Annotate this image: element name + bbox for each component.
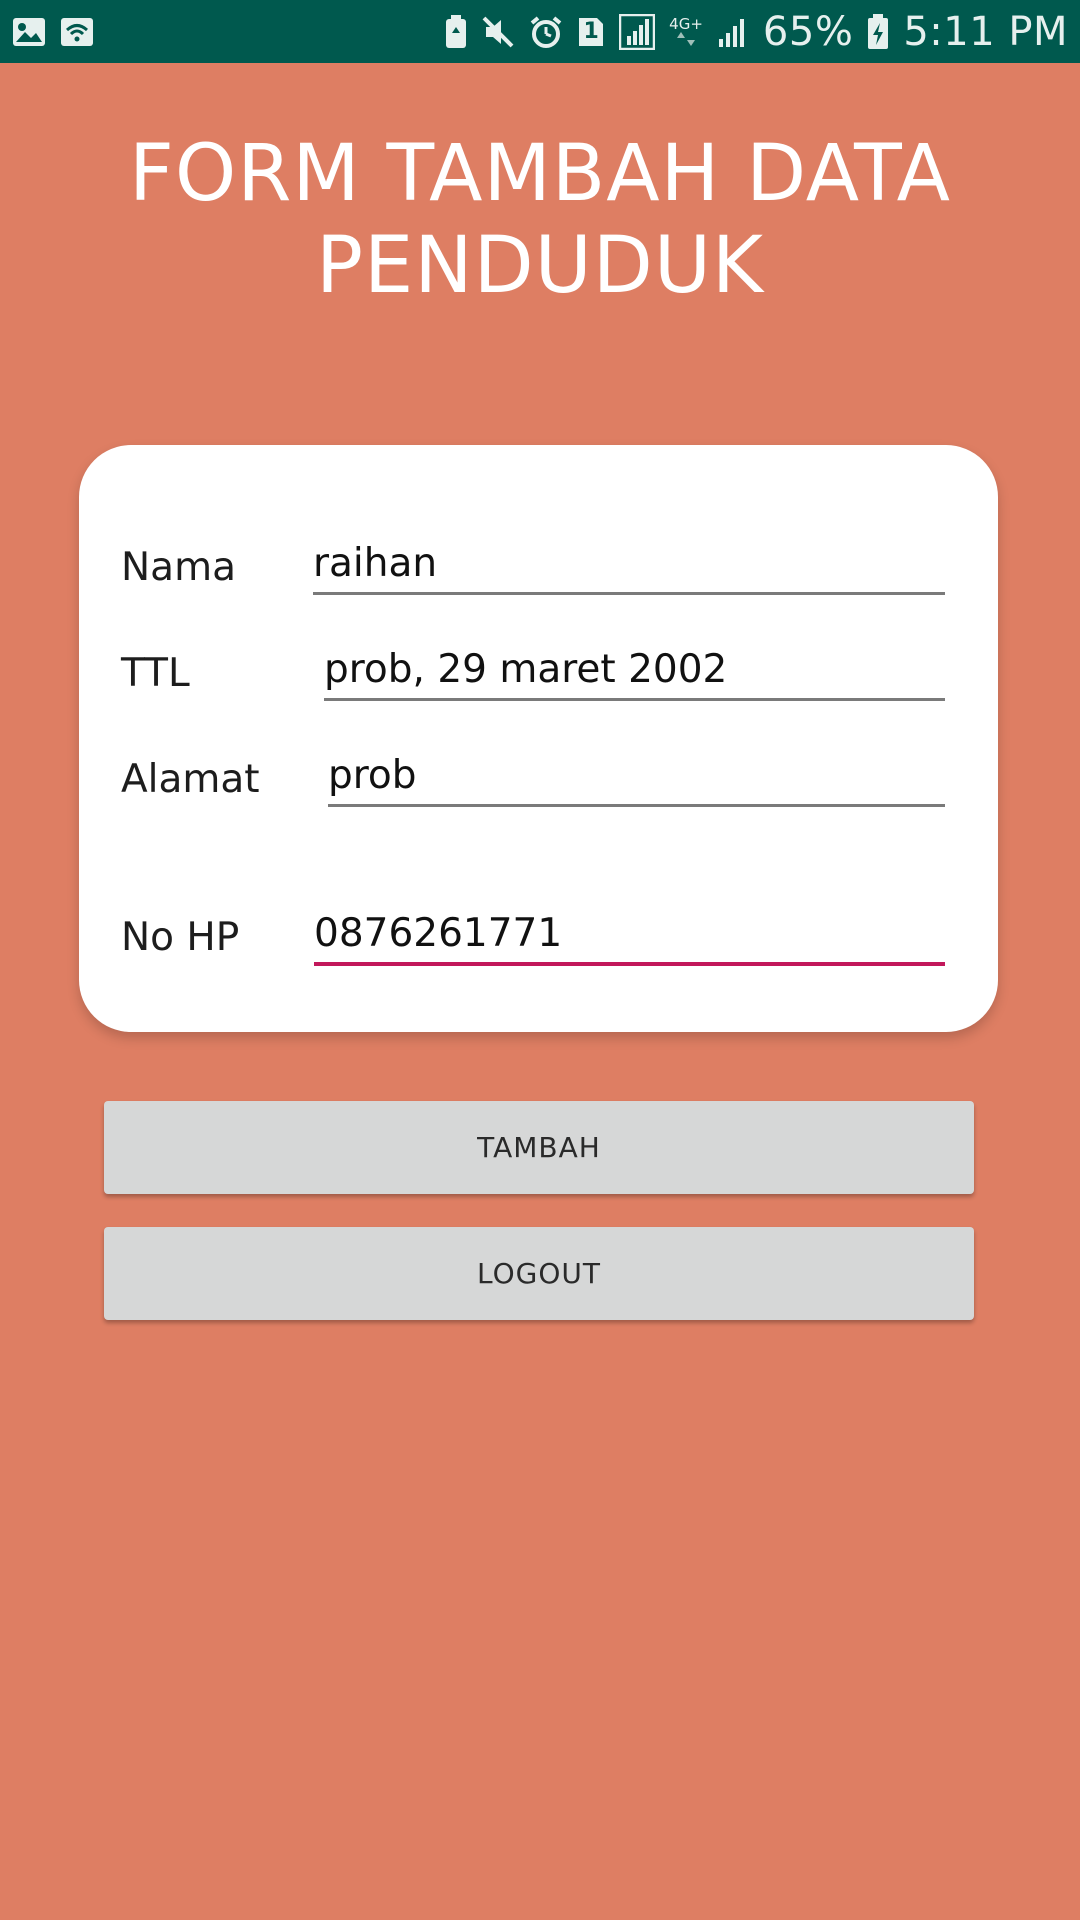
- no-hp-label: No HP: [121, 915, 240, 960]
- network-type-label: 4G+: [669, 15, 703, 33]
- logout-button[interactable]: LOGOUT: [104, 1227, 974, 1320]
- no-hp-input[interactable]: 0876261771: [314, 911, 945, 966]
- page-title-line-2: PENDUDUK: [315, 221, 765, 311]
- sim-1-icon: 1: [577, 16, 605, 48]
- form-card: Nama raihan TTL prob, 29 maret 2002 Alam…: [79, 445, 998, 1032]
- ttl-label: TTL: [121, 651, 190, 696]
- status-time: 5:11 PM: [903, 8, 1068, 55]
- mute-icon: [481, 15, 515, 49]
- alarm-icon: [529, 15, 563, 49]
- battery-icon: [867, 13, 889, 50]
- image-icon: [12, 17, 46, 47]
- battery-saver-icon: [445, 14, 467, 49]
- signal-icon-2: [717, 15, 749, 49]
- nama-label: Nama: [121, 545, 236, 590]
- alamat-input[interactable]: prob: [328, 753, 945, 807]
- ttl-input[interactable]: prob, 29 maret 2002: [324, 647, 945, 701]
- signal-icon: [619, 13, 656, 50]
- battery-percent: 65%: [762, 8, 854, 55]
- status-bar-right: 1 4G+ 65% 5:11 PM: [445, 9, 1068, 55]
- page-title-line-1: FORM TAMBAH DATA: [128, 129, 952, 219]
- status-bar-left: [12, 17, 94, 47]
- alamat-label: Alamat: [121, 757, 260, 802]
- network-4g-icon: 4G+: [669, 17, 703, 46]
- sim-slot-label: 1: [583, 19, 599, 44]
- nama-input[interactable]: raihan: [313, 541, 945, 595]
- status-bar: 1 4G+ 65% 5:11 PM: [0, 0, 1080, 63]
- tambah-button[interactable]: TAMBAH: [104, 1101, 974, 1194]
- wifi-hotspot-icon: [60, 17, 94, 47]
- page-title: FORM TAMBAH DATA PENDUDUK: [0, 128, 1080, 312]
